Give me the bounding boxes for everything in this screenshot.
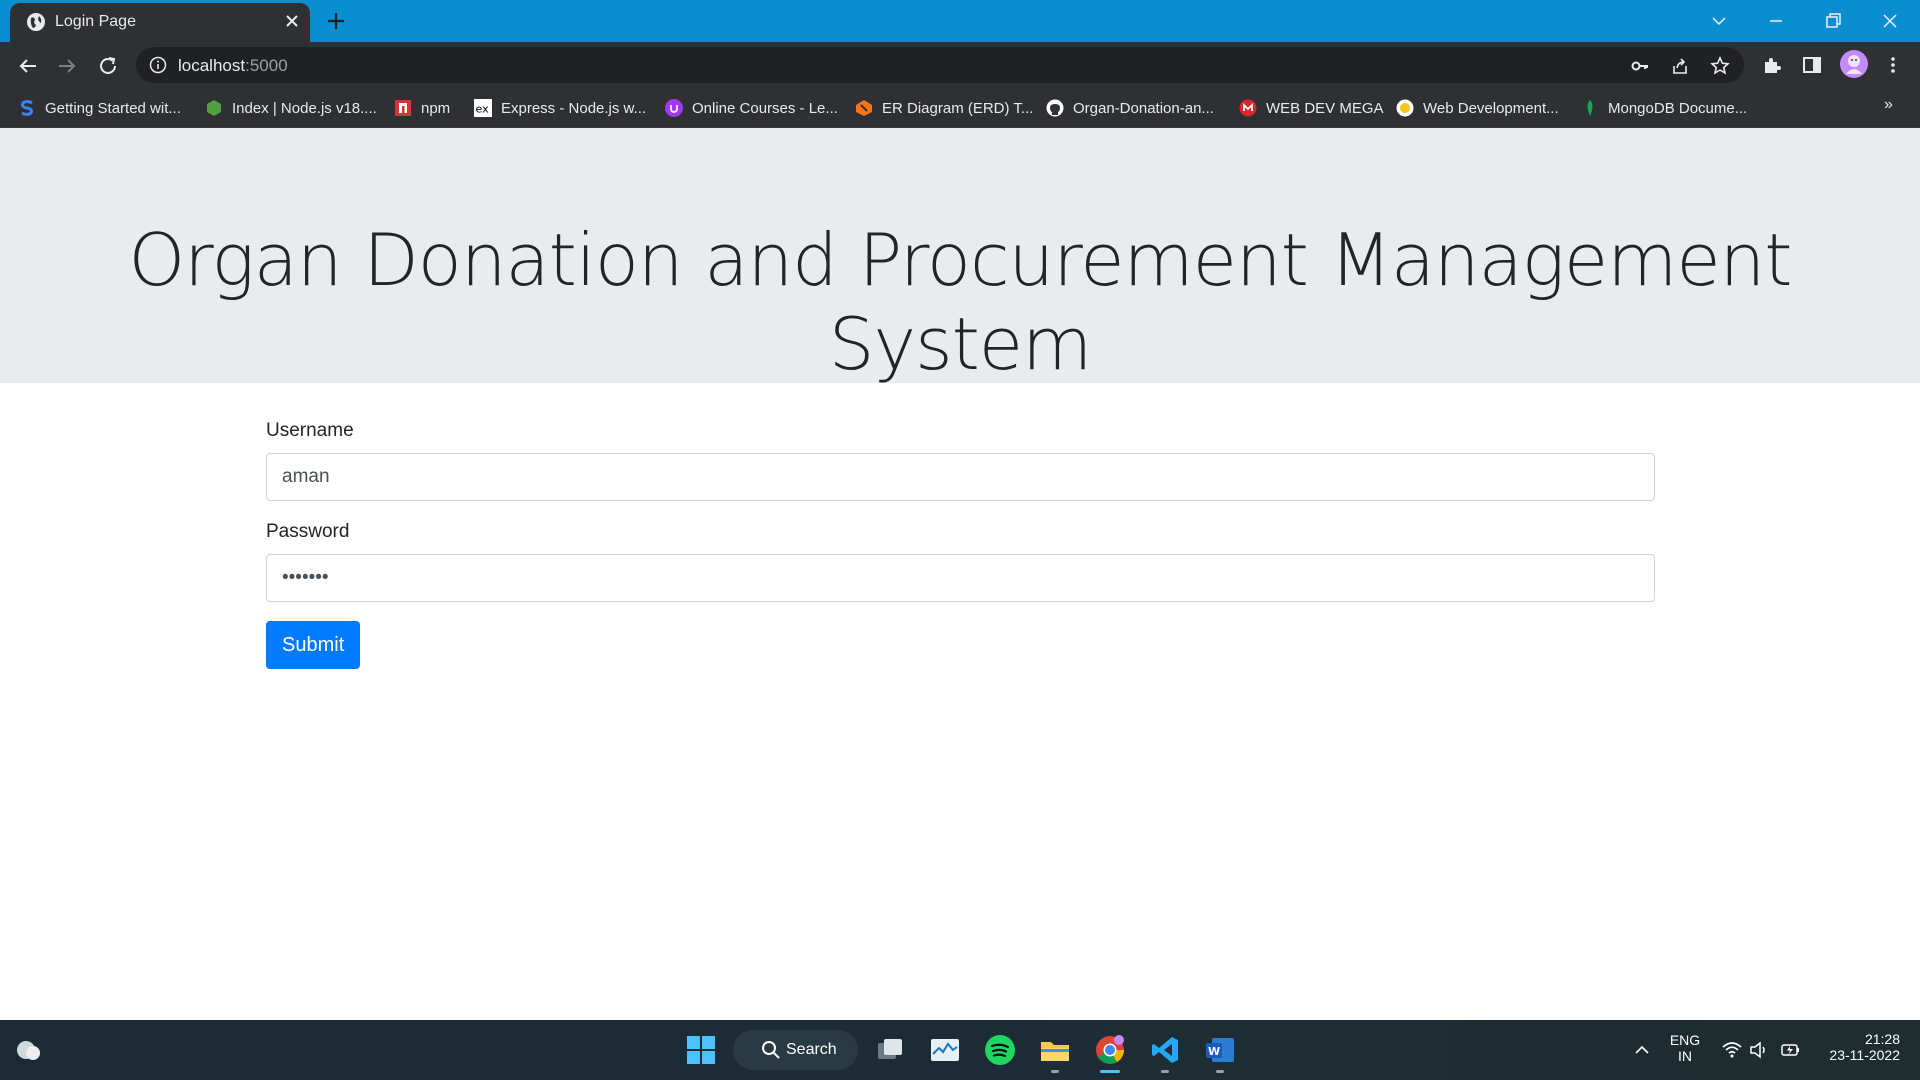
svg-text:ex: ex (476, 103, 490, 116)
udemy-icon (665, 99, 683, 117)
page-title: Organ Donation and Procurement Managemen… (128, 218, 1793, 386)
username-input[interactable] (266, 453, 1655, 501)
back-arrow-icon[interactable] (16, 54, 40, 78)
globe-icon (27, 13, 45, 31)
language-code: ENG (1669, 1032, 1701, 1048)
search-icon (762, 1041, 780, 1059)
share-icon[interactable] (1670, 56, 1690, 76)
clock-time: 21:28 (1864, 1031, 1900, 1047)
region-code: IN (1678, 1048, 1692, 1064)
vscode-running-indicator (1161, 1070, 1169, 1073)
mongodb-icon (1587, 100, 1593, 116)
bookmark-mongodb-docs[interactable]: MongoDB Docume... (1581, 96, 1747, 120)
key-icon[interactable] (1630, 56, 1650, 76)
more-bookmarks-icon[interactable]: » (1884, 96, 1893, 114)
wifi-icon[interactable] (1721, 1039, 1743, 1061)
username-label: Username (266, 420, 354, 441)
language-indicator[interactable]: ENG IN (1665, 1032, 1705, 1064)
bookmark-er-diagram[interactable]: ER Diagram (ERD) T... (855, 96, 1033, 120)
bookmark-online-courses[interactable]: Online Courses - Le... (665, 96, 838, 120)
windows-taskbar: Search W ENG IN 21:28 23-11-2022 (0, 1020, 1920, 1080)
password-input[interactable] (266, 554, 1655, 602)
tab-title: Login Page (55, 13, 136, 30)
url-text: localhost:5000 (178, 56, 288, 75)
bookmark-nodejs[interactable]: Index | Node.js v18.... (205, 96, 377, 120)
word-running-indicator (1216, 1070, 1224, 1073)
tab-strip: Login Page (0, 0, 1920, 42)
kebab-menu-icon[interactable] (1882, 54, 1904, 76)
extensions-puzzle-icon[interactable] (1761, 54, 1783, 76)
close-tab-icon[interactable] (282, 11, 302, 31)
npm-icon (395, 100, 411, 116)
login-form: Username Password Submit (266, 420, 1655, 669)
bookmark-organ-donation-repo[interactable]: Organ-Donation-an... (1046, 96, 1214, 120)
search-label: Search (786, 1041, 837, 1058)
profile-avatar[interactable] (1840, 50, 1868, 78)
bookmark-web-dev-mega[interactable]: WEB DEV MEGA (1239, 96, 1384, 120)
bookmark-star-icon[interactable] (1710, 56, 1730, 76)
explorer-running-indicator (1051, 1070, 1059, 1073)
minimize-icon[interactable] (1763, 8, 1789, 34)
nodejs-icon (207, 100, 221, 116)
tab-login-page[interactable]: Login Page (10, 3, 310, 42)
taskbar-search[interactable]: Search (733, 1030, 858, 1070)
svg-text:W: W (1208, 1045, 1220, 1058)
spotify-icon[interactable] (984, 1034, 1016, 1066)
username-group: Username (266, 420, 1655, 501)
show-hidden-icons-chevron-icon[interactable] (1631, 1039, 1653, 1061)
github-icon (1046, 99, 1064, 117)
chrome-active-indicator (1100, 1070, 1120, 1073)
task-view-icon[interactable] (874, 1034, 906, 1066)
submit-button[interactable]: Submit (266, 621, 361, 669)
forward-arrow-icon[interactable] (55, 54, 79, 78)
profile-face-icon (1846, 55, 1862, 74)
password-label: Password (266, 521, 350, 542)
bookmark-npm[interactable]: npm (394, 96, 450, 120)
chevron-down-icon[interactable] (1706, 8, 1732, 34)
word-icon[interactable]: W (1204, 1034, 1236, 1066)
s-logo-icon (21, 100, 33, 116)
clock[interactable]: 21:28 23-11-2022 (1820, 1031, 1900, 1063)
new-tab-icon[interactable] (325, 10, 347, 32)
lucid-icon (856, 100, 872, 116)
password-group: Password (266, 521, 1655, 602)
address-bar[interactable]: localhost:5000 (136, 47, 1744, 83)
bookmark-express[interactable]: ex Express - Node.js w... (474, 96, 646, 120)
windows-start-icon[interactable] (685, 1034, 717, 1066)
file-explorer-icon[interactable] (1039, 1034, 1071, 1066)
vscode-icon[interactable] (1149, 1034, 1181, 1066)
webdev-icon (1396, 99, 1414, 117)
mega-icon (1239, 99, 1257, 117)
weather-cloud-icon[interactable] (12, 1034, 44, 1066)
task-manager-icon[interactable] (929, 1034, 961, 1066)
page-header: Organ Donation and Procurement Managemen… (0, 128, 1920, 386)
battery-charging-icon[interactable] (1779, 1039, 1801, 1061)
site-info-icon[interactable] (149, 56, 167, 74)
bookmark-getting-started[interactable]: Getting Started wit... (18, 96, 181, 120)
close-window-icon[interactable] (1877, 8, 1903, 34)
side-panel-icon[interactable] (1801, 54, 1823, 76)
express-icon: ex (474, 99, 492, 117)
restore-icon[interactable] (1820, 8, 1846, 34)
browser-toolbar: localhost:5000 (0, 42, 1920, 88)
volume-icon[interactable] (1748, 1039, 1770, 1061)
bookmark-web-development[interactable]: Web Development... (1396, 96, 1559, 120)
reload-icon[interactable] (96, 54, 120, 78)
bookmarks-bar: Getting Started wit... Index | Node.js v… (0, 88, 1920, 128)
chrome-icon[interactable] (1094, 1034, 1126, 1066)
clock-date: 23-11-2022 (1829, 1047, 1900, 1063)
